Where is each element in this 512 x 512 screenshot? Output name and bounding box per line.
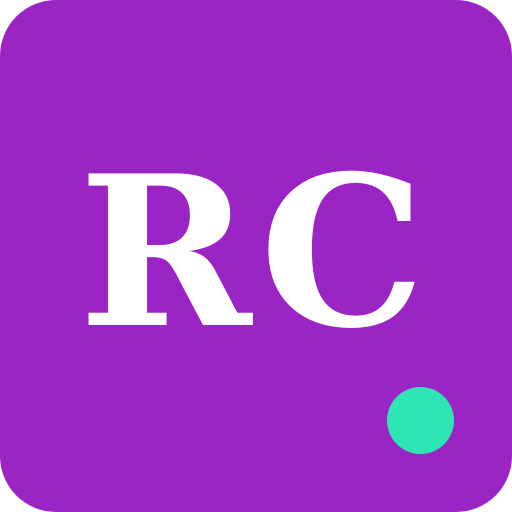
online-status-indicator	[387, 387, 454, 454]
avatar[interactable]: RC	[0, 0, 512, 512]
